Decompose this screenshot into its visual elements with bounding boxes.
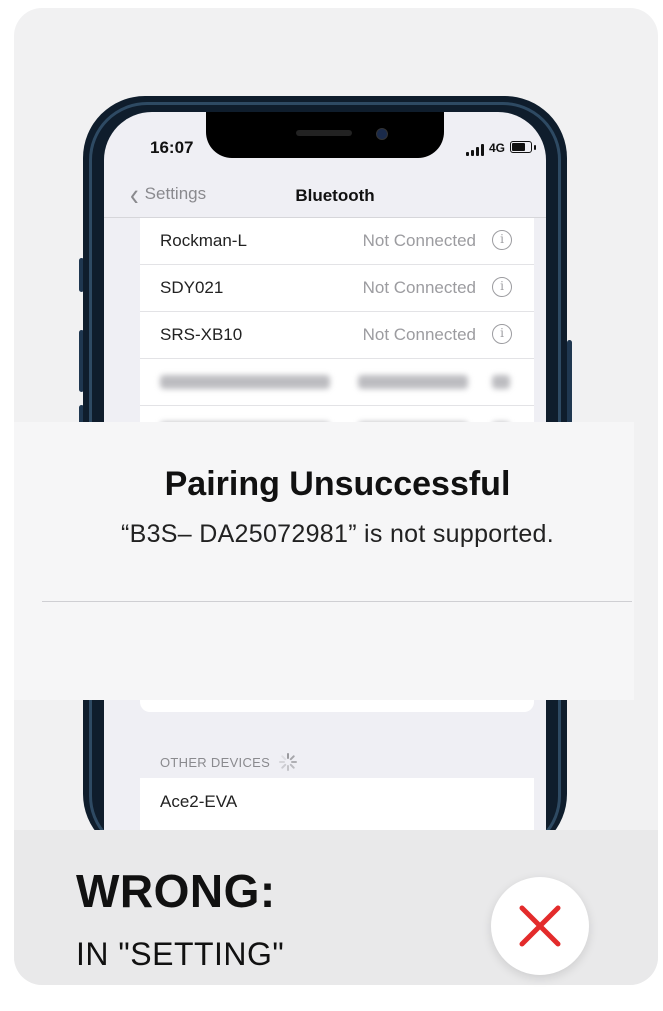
battery-tip — [534, 145, 536, 150]
caption-subtitle: IN "SETTING" — [76, 936, 285, 972]
caption-title: WRONG: — [76, 865, 276, 917]
my-devices-list: Rockman-L Not Connected i SDY021 Not Con… — [140, 218, 534, 453]
list-bottom-edge — [140, 700, 534, 712]
loading-spinner-icon — [279, 753, 297, 771]
battery-icon — [510, 141, 532, 153]
other-device-name[interactable]: Ace2-EVA — [160, 778, 237, 826]
device-row[interactable]: Rockman-L Not Connected i — [140, 218, 534, 265]
info-icon[interactable]: i — [492, 324, 512, 344]
wrong-badge — [491, 877, 589, 975]
camera-icon — [376, 128, 388, 140]
status-time: 16:07 — [150, 138, 194, 157]
device-status: Not Connected — [362, 278, 476, 297]
network-type: 4G — [489, 141, 506, 155]
device-status: Not Connected — [362, 325, 476, 344]
close-x-icon — [519, 905, 561, 947]
device-status: Not Connected — [362, 231, 476, 250]
blurred-device-row — [140, 359, 534, 406]
signal-icon — [466, 144, 484, 156]
device-name: Rockman-L — [160, 231, 247, 250]
device-row[interactable]: SRS-XB10 Not Connected i — [140, 312, 534, 359]
alert-divider — [42, 601, 632, 602]
alert-message: “B3S– DA25072981” is not supported. — [121, 520, 554, 548]
chevron-left-icon: ‹ — [130, 176, 139, 212]
blurred-info — [492, 375, 510, 389]
info-icon[interactable]: i — [492, 230, 512, 250]
back-label: Settings — [144, 184, 207, 203]
phone-button-power — [567, 340, 572, 424]
device-row[interactable]: SDY021 Not Connected i — [140, 265, 534, 312]
device-name: SDY021 — [160, 278, 224, 297]
device-name: SRS-XB10 — [160, 325, 243, 344]
page-title: Bluetooth — [295, 186, 375, 205]
phone-speaker — [296, 130, 352, 136]
other-devices-header: OTHER DEVICES — [160, 755, 271, 770]
blurred-name — [160, 375, 330, 389]
pairing-alert — [14, 422, 634, 700]
back-button[interactable]: ‹ Settings — [130, 176, 207, 212]
blurred-status — [358, 375, 468, 389]
other-devices-list: Ace2-EVA — [140, 778, 534, 838]
alert-title: Pairing Unsuccessful — [164, 465, 511, 503]
info-icon[interactable]: i — [492, 277, 512, 297]
